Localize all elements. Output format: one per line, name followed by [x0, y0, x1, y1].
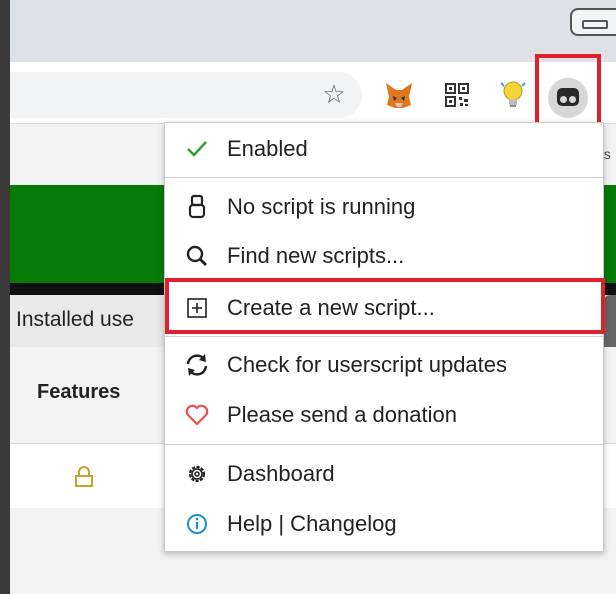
info-icon [183, 510, 211, 538]
menu-item-label: Dashboard [227, 461, 335, 486]
lock-icon [73, 466, 95, 488]
gear-icon [183, 460, 211, 488]
metamask-fox-icon[interactable] [384, 80, 414, 110]
browser-toolbar: ☆ [10, 62, 616, 124]
tab-installed-userscripts[interactable]: Installed use [10, 295, 170, 347]
qr-code-icon[interactable] [442, 80, 472, 110]
browser-window: ☆ Installed use Features Enabled No scri… [10, 0, 616, 594]
menu-item-label: Help | Changelog [227, 511, 397, 536]
menu-item-no-script[interactable]: No script is running [165, 181, 603, 233]
features-column-header: Features [37, 381, 121, 403]
menu-separator [165, 444, 603, 445]
refresh-icon [183, 351, 211, 379]
menu-item-label: Enabled [227, 136, 308, 161]
address-bar[interactable] [10, 72, 362, 118]
check-icon [183, 135, 211, 163]
title-bar [10, 0, 616, 62]
lightbulb-icon[interactable] [498, 80, 528, 110]
heart-icon [183, 401, 211, 429]
tab-edge [604, 295, 616, 347]
menu-item-label: Check for userscript updates [227, 352, 508, 377]
menu-item-find-scripts[interactable]: Find new scripts... [165, 230, 603, 282]
menu-separator [165, 336, 603, 337]
menu-separator [165, 177, 603, 178]
menu-item-label: No script is running [227, 194, 416, 219]
restore-window-button[interactable] [570, 8, 616, 36]
menu-item-donation[interactable]: Please send a donation [165, 389, 603, 441]
bookmark-star-icon[interactable]: ☆ [320, 80, 348, 108]
menu-item-label: Please send a donation [227, 402, 457, 427]
menu-item-check-updates[interactable]: Check for userscript updates [165, 339, 603, 391]
search-icon [183, 242, 211, 270]
create-script-highlight-box [165, 278, 605, 334]
menu-item-label: Find new scripts... [227, 243, 405, 268]
menu-item-dashboard[interactable]: Dashboard [165, 448, 603, 500]
tampermonkey-highlight-box [535, 54, 601, 128]
menu-item-help-changelog[interactable]: Help | Changelog [165, 498, 603, 550]
tampermonkey-menu: Enabled No script is running Find new sc… [164, 122, 605, 552]
script-8-icon [183, 193, 211, 221]
menu-item-enabled[interactable]: Enabled [165, 123, 603, 175]
